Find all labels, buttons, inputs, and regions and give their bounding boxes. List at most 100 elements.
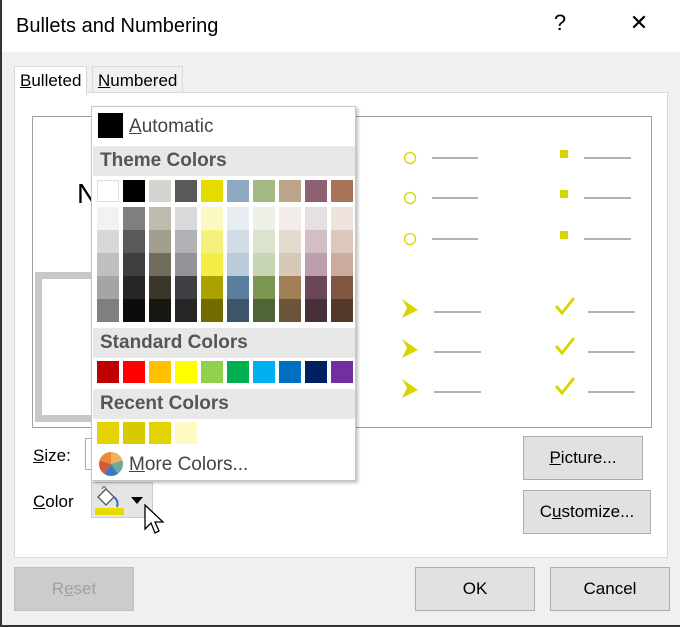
theme-shade-swatch[interactable] bbox=[305, 276, 327, 299]
standard-color-swatch[interactable] bbox=[331, 361, 353, 383]
bullets-numbering-dialog: Bullets and Numbering ? ✕ Bulleted Numbe… bbox=[0, 0, 680, 627]
theme-shade-swatch[interactable] bbox=[331, 276, 353, 299]
picture-button[interactable]: Picture... bbox=[523, 436, 643, 480]
recent-color-swatch[interactable] bbox=[97, 422, 119, 444]
theme-shade-swatch[interactable] bbox=[279, 230, 301, 253]
theme-color-swatch[interactable] bbox=[149, 180, 171, 202]
theme-shade-swatch[interactable] bbox=[305, 253, 327, 276]
standard-color-swatch[interactable] bbox=[279, 361, 301, 383]
square-bullet-icon bbox=[560, 150, 568, 158]
theme-shade-swatch[interactable] bbox=[97, 207, 119, 230]
theme-shade-swatch[interactable] bbox=[175, 299, 197, 322]
standard-color-swatch[interactable] bbox=[149, 361, 171, 383]
cancel-button[interactable]: Cancel bbox=[550, 567, 670, 611]
tab-label: ulleted bbox=[31, 71, 82, 90]
reset-button[interactable]: Re set bbox=[14, 567, 134, 611]
recent-color-swatch[interactable] bbox=[123, 422, 145, 444]
ok-button[interactable]: OK bbox=[415, 567, 535, 611]
standard-color-swatch[interactable] bbox=[175, 361, 197, 383]
square-bullet-icon bbox=[560, 231, 568, 239]
standard-color-swatch[interactable] bbox=[97, 361, 119, 383]
color-picker-dropdown: Automatic Theme Colors Standard Colors R… bbox=[91, 106, 356, 481]
standard-color-swatch[interactable] bbox=[227, 361, 249, 383]
theme-shade-swatch[interactable] bbox=[253, 230, 275, 253]
theme-color-swatch[interactable] bbox=[305, 180, 327, 202]
theme-shade-swatch[interactable] bbox=[149, 230, 171, 253]
theme-shade-swatch[interactable] bbox=[97, 230, 119, 253]
theme-shade-swatch[interactable] bbox=[331, 253, 353, 276]
theme-shade-swatch[interactable] bbox=[201, 299, 223, 322]
recent-colors-header: Recent Colors bbox=[93, 389, 355, 419]
theme-shade-swatch[interactable] bbox=[279, 299, 301, 322]
theme-color-swatch[interactable] bbox=[253, 180, 275, 202]
theme-shade-swatch[interactable] bbox=[253, 276, 275, 299]
theme-shade-swatch[interactable] bbox=[279, 276, 301, 299]
theme-color-swatch[interactable] bbox=[123, 180, 145, 202]
theme-shade-swatch[interactable] bbox=[279, 253, 301, 276]
mouse-cursor-icon bbox=[144, 503, 165, 534]
theme-shade-swatch[interactable] bbox=[305, 299, 327, 322]
chevron-down-icon bbox=[131, 497, 143, 504]
customize-button[interactable]: Cu stomize... bbox=[523, 490, 651, 534]
standard-color-swatch[interactable] bbox=[123, 361, 145, 383]
size-label: Size: bbox=[33, 446, 71, 465]
theme-color-swatch[interactable] bbox=[279, 180, 301, 202]
theme-shade-swatch[interactable] bbox=[201, 230, 223, 253]
theme-shade-swatch[interactable] bbox=[227, 207, 249, 230]
standard-color-swatch[interactable] bbox=[201, 361, 223, 383]
theme-shade-swatch[interactable] bbox=[279, 207, 301, 230]
theme-shade-swatch[interactable] bbox=[149, 253, 171, 276]
more-colors-option[interactable]: More Colors... bbox=[129, 454, 248, 476]
theme-shade-swatch[interactable] bbox=[175, 230, 197, 253]
theme-shade-swatch[interactable] bbox=[253, 253, 275, 276]
theme-color-swatch[interactable] bbox=[227, 180, 249, 202]
theme-shade-swatch[interactable] bbox=[201, 276, 223, 299]
theme-shade-swatch[interactable] bbox=[123, 299, 145, 322]
theme-shade-swatch[interactable] bbox=[123, 230, 145, 253]
theme-color-swatch[interactable] bbox=[331, 180, 353, 202]
standard-color-swatch[interactable] bbox=[305, 361, 327, 383]
theme-shade-swatch[interactable] bbox=[331, 207, 353, 230]
theme-shade-swatch[interactable] bbox=[201, 207, 223, 230]
theme-shade-swatch[interactable] bbox=[331, 230, 353, 253]
theme-shade-swatch[interactable] bbox=[253, 207, 275, 230]
theme-shade-swatch[interactable] bbox=[227, 253, 249, 276]
theme-shade-swatch[interactable] bbox=[149, 207, 171, 230]
theme-shade-swatch[interactable] bbox=[149, 299, 171, 322]
theme-shade-swatch[interactable] bbox=[97, 276, 119, 299]
automatic-option[interactable]: Automatic bbox=[129, 116, 214, 138]
arrowhead-bullet-icon bbox=[402, 379, 418, 398]
theme-shade-swatch[interactable] bbox=[305, 207, 327, 230]
theme-shade-swatch[interactable] bbox=[227, 230, 249, 253]
theme-shade-swatch[interactable] bbox=[175, 276, 197, 299]
theme-shade-swatch[interactable] bbox=[123, 276, 145, 299]
theme-shade-swatch[interactable] bbox=[175, 207, 197, 230]
theme-colors-header: Theme Colors bbox=[93, 146, 355, 176]
recent-color-swatch[interactable] bbox=[175, 422, 197, 444]
theme-shade-swatch[interactable] bbox=[201, 253, 223, 276]
theme-shade-swatch[interactable] bbox=[305, 230, 327, 253]
recent-color-swatch[interactable] bbox=[149, 422, 171, 444]
theme-shade-swatch[interactable] bbox=[97, 299, 119, 322]
theme-shade-swatch[interactable] bbox=[97, 253, 119, 276]
theme-shade-swatch[interactable] bbox=[149, 276, 171, 299]
hollow-circle-bullet-icon bbox=[403, 232, 417, 246]
standard-colors-header: Standard Colors bbox=[93, 328, 355, 358]
theme-shade-swatch[interactable] bbox=[175, 253, 197, 276]
theme-shade-swatch[interactable] bbox=[123, 207, 145, 230]
theme-shade-swatch[interactable] bbox=[253, 299, 275, 322]
arrowhead-bullet-icon bbox=[402, 339, 418, 358]
automatic-swatch[interactable] bbox=[98, 113, 123, 138]
theme-color-swatch[interactable] bbox=[175, 180, 197, 202]
theme-shade-swatch[interactable] bbox=[227, 299, 249, 322]
tab-bulleted[interactable]: Bulleted bbox=[14, 66, 88, 96]
color-label: Color bbox=[33, 492, 74, 511]
color-wheel-icon bbox=[99, 452, 123, 476]
standard-color-swatch[interactable] bbox=[253, 361, 275, 383]
theme-shade-swatch[interactable] bbox=[227, 276, 249, 299]
theme-color-swatch[interactable] bbox=[201, 180, 223, 202]
theme-color-swatch[interactable] bbox=[97, 180, 119, 202]
theme-shade-swatch[interactable] bbox=[123, 253, 145, 276]
theme-shade-swatch[interactable] bbox=[331, 299, 353, 322]
checkmark-bullet-icon bbox=[554, 377, 576, 396]
